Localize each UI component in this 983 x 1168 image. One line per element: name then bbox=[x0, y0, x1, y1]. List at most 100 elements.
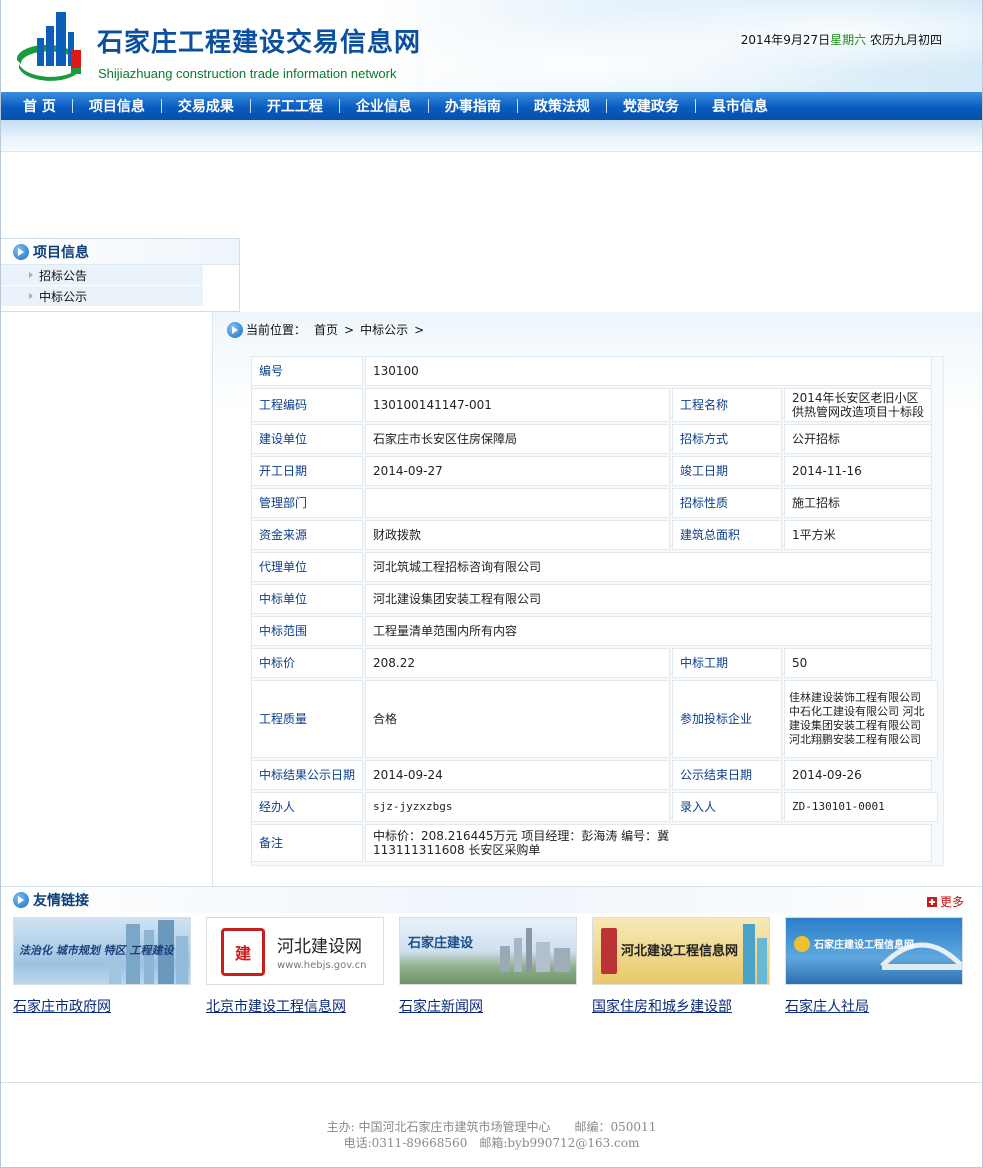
link-banner-image[interactable]: 法治化 城市规划 特区 工程建设 bbox=[13, 917, 191, 985]
field-label: 代理单位 bbox=[251, 552, 363, 582]
field-label: 建筑总面积 bbox=[672, 520, 782, 550]
nav-item-companies[interactable]: 企业信息 bbox=[356, 92, 445, 120]
field-label: 竣工日期 bbox=[672, 456, 782, 486]
link-card[interactable]: 石家庄建设 石家庄新闻网 bbox=[399, 917, 577, 1016]
sidebar-item-bid-notice[interactable]: 招标公告 bbox=[1, 265, 203, 286]
nav-item-construction[interactable]: 开工工程 bbox=[267, 92, 356, 120]
field-label: 资金来源 bbox=[251, 520, 363, 550]
sidebar-item-award-notice[interactable]: 中标公示 bbox=[1, 286, 203, 307]
page: 石家庄工程建设交易信息网 Shijiazhuang construction t… bbox=[0, 0, 983, 1168]
field-value: 石家庄市长安区住房保障局 bbox=[365, 424, 670, 454]
field-label: 中标单位 bbox=[251, 584, 363, 614]
link-banner-image[interactable]: 河北建设工程信息网 bbox=[592, 917, 770, 985]
field-label: 录入人 bbox=[672, 792, 782, 822]
field-label: 工程质量 bbox=[251, 680, 363, 758]
field-value: ZD-130101-0001 bbox=[784, 792, 938, 822]
field-value: 佳林建设装饰工程有限公司 中石化工建设有限公司 河北建设集团安装工程有限公司 河… bbox=[784, 680, 938, 758]
plus-icon bbox=[926, 896, 937, 907]
breadcrumb-label: 当前位置： bbox=[246, 323, 307, 337]
nav-item-party[interactable]: 党建政务 bbox=[623, 92, 712, 120]
field-label: 公示结束日期 bbox=[672, 760, 782, 790]
site-title: 石家庄工程建设交易信息网 bbox=[97, 28, 422, 58]
left-column bbox=[1, 312, 213, 886]
link-card[interactable]: 法治化 城市规划 特区 工程建设 石家庄市政府网 bbox=[13, 917, 191, 1016]
field-label: 管理部门 bbox=[251, 488, 363, 518]
field-value: 施工招标 bbox=[784, 488, 932, 518]
field-label: 编号 bbox=[251, 356, 363, 386]
field-value: 1平方米 bbox=[784, 520, 932, 550]
field-value: 2014-09-24 bbox=[365, 760, 670, 790]
field-value: 208.22 bbox=[365, 648, 670, 678]
field-value: 2014年长安区老旧小区供热管网改造项目十标段 bbox=[784, 388, 932, 422]
link-card[interactable]: 石家庄建设工程信息网 石家庄人社局 bbox=[785, 917, 963, 1016]
sidebar-header: 项目信息 bbox=[1, 239, 239, 265]
field-value: 工程量清单范围内所有内容 bbox=[365, 616, 932, 646]
more-link[interactable]: 更多 bbox=[926, 893, 964, 910]
link-card[interactable]: 建 河北建设网 www.hebjs.gov.cn 北京市建设工程信息网 bbox=[206, 917, 384, 1016]
field-value: 130100 bbox=[365, 356, 932, 386]
footer-contact-line: 电话:0311-89668560 邮箱:byb990712@163.com bbox=[343, 1136, 640, 1150]
site-header: 石家庄工程建设交易信息网 Shijiazhuang construction t… bbox=[1, 0, 982, 92]
field-value: 河北筑城工程招标咨询有限公司 bbox=[365, 552, 932, 582]
site-subtitle: Shijiazhuang construction trade informat… bbox=[98, 66, 397, 81]
field-value: 50 bbox=[784, 648, 932, 678]
date-text: 2014年9月27日 bbox=[740, 33, 831, 47]
friend-links: 友情链接 更多 法治化 城市规划 特区 工程建设 石家庄市政府网 建 河北建设网 bbox=[1, 886, 982, 1082]
link-caption[interactable]: 北京市建设工程信息网 bbox=[206, 996, 384, 1016]
link-caption[interactable]: 石家庄人社局 bbox=[785, 996, 963, 1016]
arrow-circle-icon bbox=[227, 321, 243, 338]
field-value: 2014-09-26 bbox=[784, 760, 932, 790]
field-label: 招标性质 bbox=[672, 488, 782, 518]
site-footer: 主办: 中国河北石家庄市建筑市场管理中心 邮编：050011 电话:0311-8… bbox=[1, 1082, 982, 1167]
breadcrumb-separator: > bbox=[344, 322, 355, 337]
nav-item-county[interactable]: 县市信息 bbox=[712, 92, 768, 120]
field-label: 中标结果公示日期 bbox=[251, 760, 363, 790]
field-value: 中标价：208.216445万元 项目经理：彭海涛 编号：冀1131113116… bbox=[365, 824, 932, 862]
date-display: 2014年9月27日星期六 农历九月初四 bbox=[741, 31, 942, 48]
field-value: sjz-jyzxzbgs bbox=[365, 792, 670, 822]
field-label: 中标范围 bbox=[251, 616, 363, 646]
link-caption[interactable]: 国家住房和城乡建设部 bbox=[592, 996, 770, 1016]
field-label: 经办人 bbox=[251, 792, 363, 822]
field-value: 2014-11-16 bbox=[784, 456, 932, 486]
field-value: 公开招标 bbox=[784, 424, 932, 454]
link-caption[interactable]: 石家庄新闻网 bbox=[399, 996, 577, 1016]
friend-links-header: 友情链接 更多 bbox=[1, 887, 982, 913]
link-card[interactable]: 河北建设工程信息网 国家住房和城乡建设部 bbox=[592, 917, 770, 1016]
breadcrumb-home-link[interactable]: 首页 bbox=[314, 321, 338, 338]
field-label: 参加投标企业 bbox=[672, 680, 782, 758]
nav-item-guide[interactable]: 办事指南 bbox=[445, 92, 534, 120]
breadcrumb-current-link[interactable]: 中标公示 bbox=[360, 321, 408, 338]
breadcrumb-separator: > bbox=[414, 322, 425, 337]
field-label: 开工日期 bbox=[251, 456, 363, 486]
friend-links-title: 友情链接 bbox=[33, 893, 89, 909]
main-nav: 首 页 项目信息 交易成果 开工工程 企业信息 办事指南 政策法规 党建政务 县… bbox=[1, 92, 982, 120]
field-label: 备注 bbox=[251, 824, 363, 862]
nav-item-home[interactable]: 首 页 bbox=[23, 92, 89, 120]
link-banner-image[interactable]: 石家庄建设工程信息网 bbox=[785, 917, 963, 985]
field-value bbox=[365, 488, 670, 518]
arrow-circle-icon bbox=[13, 892, 29, 908]
bullet-icon bbox=[29, 293, 33, 299]
weekday-text: 星期六 bbox=[830, 33, 867, 47]
field-label: 中标工期 bbox=[672, 648, 782, 678]
footer-host-line: 主办: 中国河北石家庄市建筑市场管理中心 邮编：050011 bbox=[326, 1120, 657, 1134]
bullet-icon bbox=[29, 272, 33, 278]
field-value: 2014-09-27 bbox=[365, 456, 670, 486]
logo-icon[interactable] bbox=[15, 10, 83, 82]
link-banner-image[interactable]: 石家庄建设 bbox=[399, 917, 577, 985]
field-value: 合格 bbox=[365, 680, 670, 758]
nav-item-projects[interactable]: 项目信息 bbox=[89, 92, 178, 120]
breadcrumb: 当前位置： 首页 > 中标公示 > bbox=[227, 321, 430, 338]
field-value: 130100141147-001 bbox=[365, 388, 670, 422]
nav-item-results[interactable]: 交易成果 bbox=[178, 92, 267, 120]
link-banner-image[interactable]: 建 河北建设网 www.hebjs.gov.cn bbox=[206, 917, 384, 985]
field-label: 中标价 bbox=[251, 648, 363, 678]
field-label: 建设单位 bbox=[251, 424, 363, 454]
field-value: 财政拨款 bbox=[365, 520, 670, 550]
main-content: 当前位置： 首页 > 中标公示 > 编号 130100 工程编码 1301001… bbox=[213, 312, 982, 886]
link-caption[interactable]: 石家庄市政府网 bbox=[13, 996, 191, 1016]
field-label: 招标方式 bbox=[672, 424, 782, 454]
field-label: 工程编码 bbox=[251, 388, 363, 422]
nav-item-policy[interactable]: 政策法规 bbox=[534, 92, 623, 120]
